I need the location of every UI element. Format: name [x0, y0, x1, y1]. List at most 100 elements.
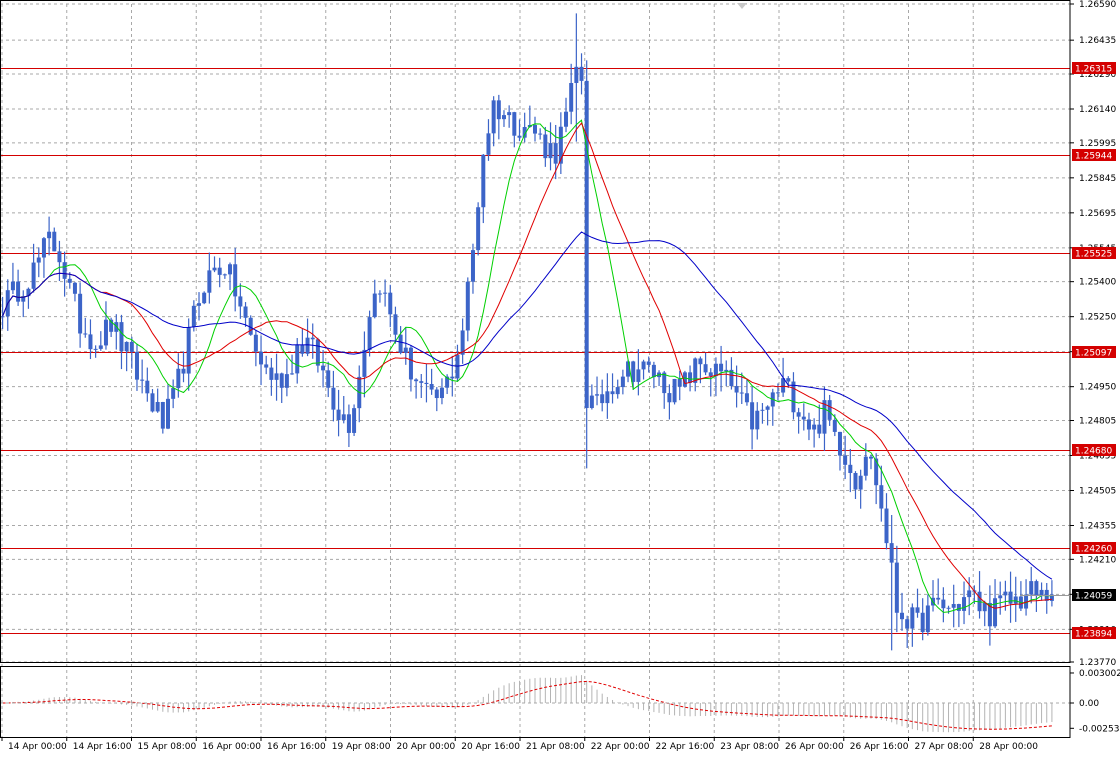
candle-body: [812, 424, 817, 430]
candle-body: [383, 292, 388, 294]
time-tick-label: 14 Apr 16:00: [73, 742, 132, 752]
osc-tick-label: 0.00: [1079, 699, 1099, 709]
candle-body: [858, 475, 863, 490]
candle-body: [703, 364, 708, 373]
candle-body: [326, 370, 331, 388]
candle-body: [894, 562, 899, 613]
time-tick-label: 21 Apr 08:00: [526, 742, 585, 752]
scroll-marker-icon[interactable]: [737, 3, 747, 9]
candle-body: [290, 373, 295, 375]
candle-body: [615, 387, 620, 395]
candle-body: [982, 602, 987, 612]
candle-body: [910, 607, 915, 629]
candle-body: [1003, 591, 1008, 596]
candle-body: [233, 264, 238, 297]
candle-body: [315, 339, 320, 366]
candle-body: [967, 590, 972, 598]
time-tick-label: 27 Apr 08:00: [915, 742, 974, 752]
candle-body: [0, 316, 5, 318]
candle-body: [140, 379, 145, 381]
candle-body: [584, 80, 589, 409]
candle-body: [103, 319, 108, 346]
price-tick-label: 1.23770: [1079, 658, 1116, 668]
level-price-label: 1.25097: [1075, 349, 1112, 359]
candle-body: [734, 386, 739, 393]
candle-body: [145, 380, 150, 394]
candle-body: [36, 257, 41, 263]
candle-body: [284, 374, 289, 388]
candle-body: [558, 126, 563, 164]
candle-body: [424, 382, 429, 385]
candle-body: [677, 378, 682, 387]
candle-body: [52, 231, 57, 252]
candle-body: [310, 337, 315, 340]
candle-body: [88, 334, 93, 350]
candle-body: [548, 143, 553, 159]
candle-body: [476, 207, 481, 251]
candle-body: [274, 373, 279, 380]
candle-body: [1034, 581, 1039, 596]
candle-body: [31, 262, 36, 289]
candle-body: [429, 384, 434, 390]
candle-body: [217, 267, 222, 275]
candle-body: [796, 412, 801, 417]
candle-body: [848, 464, 853, 474]
candle-body: [243, 306, 248, 318]
moving-averages: [2, 119, 1053, 613]
price-tick-label: 1.24505: [1079, 487, 1116, 497]
candle-body: [321, 365, 326, 371]
candle-body: [719, 363, 724, 372]
candle-body: [817, 424, 822, 434]
candle-body: [362, 349, 367, 377]
candle-body: [589, 395, 594, 409]
candle-body: [129, 341, 134, 352]
time-tick-label: 15 Apr 08:00: [138, 742, 197, 752]
candle-body: [408, 347, 413, 380]
candle-body: [827, 400, 832, 420]
candle-body: [346, 414, 351, 433]
candle-body: [884, 508, 889, 544]
candle-body: [491, 100, 496, 134]
candle-body: [538, 133, 543, 135]
candle-body: [600, 394, 605, 404]
candle-body: [279, 373, 284, 388]
candle-body: [610, 391, 615, 395]
candle-body: [98, 345, 103, 349]
candle-body: [962, 597, 967, 611]
candle-body: [786, 378, 791, 382]
level-price-label: 1.24260: [1075, 545, 1112, 555]
candle-body: [889, 543, 894, 563]
current-price-label: 1.24059: [1075, 592, 1112, 602]
candle-body: [998, 595, 1003, 599]
candle-body: [646, 361, 651, 365]
candle-body: [228, 264, 233, 275]
level-price-label: 1.25525: [1075, 250, 1112, 260]
horizontal-levels: [0, 68, 1070, 634]
candle-body: [93, 348, 98, 350]
candle-body: [305, 337, 310, 354]
candle-body: [1013, 596, 1018, 604]
time-tick-label: 19 Apr 08:00: [332, 742, 391, 752]
price-tick-label: 1.26590: [1079, 0, 1116, 10]
oscillator-signal-line: [2, 680, 1052, 730]
candle-body: [398, 334, 403, 353]
candle-body: [72, 282, 77, 294]
candle-body: [197, 303, 202, 306]
candle-body: [186, 326, 191, 374]
level-price-label: 1.23894: [1075, 630, 1112, 640]
candle-body: [202, 292, 207, 304]
price-tick-label: 1.25845: [1079, 174, 1116, 184]
candle-body: [171, 388, 176, 399]
candle-body: [253, 334, 258, 352]
time-tick-label: 23 Apr 08:00: [720, 742, 779, 752]
candle-body: [837, 431, 842, 456]
moving-average-line: [2, 119, 1052, 613]
candle-body: [16, 281, 21, 302]
candle-body: [760, 409, 765, 411]
candle-body: [119, 322, 124, 352]
candle-body: [57, 251, 62, 263]
candle-body: [1008, 591, 1013, 604]
candle-body: [264, 364, 269, 368]
candle-body: [47, 231, 52, 239]
candle-body: [533, 125, 537, 134]
